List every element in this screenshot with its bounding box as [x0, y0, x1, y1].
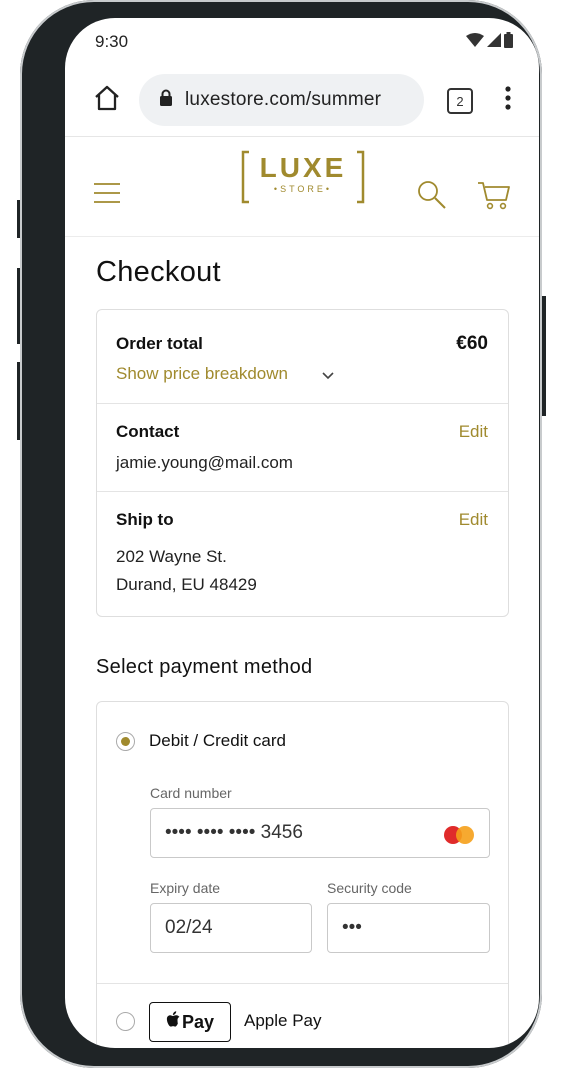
- signal-icon: [487, 33, 501, 52]
- wifi-icon: [466, 33, 484, 52]
- phone-screen: 9:30 luxestore.com/summer 2 LUXE •STORE•…: [65, 18, 539, 1048]
- security-code-value: •••: [342, 917, 362, 938]
- ship-address-line2: Durand, EU 48429: [116, 575, 257, 594]
- payment-divider: [97, 983, 508, 984]
- menu-icon[interactable]: [93, 182, 121, 209]
- ship-to-row: Ship to Edit 202 Wayne St. Durand, EU 48…: [97, 491, 508, 615]
- expiry-field[interactable]: 02/24: [150, 903, 312, 953]
- card-number-field[interactable]: •••• •••• •••• 3456: [150, 808, 490, 858]
- chevron-down-icon[interactable]: [321, 368, 335, 386]
- phone-frame: 9:30 luxestore.com/summer 2 LUXE •STORE•…: [20, 0, 542, 1068]
- contact-edit-link[interactable]: Edit: [459, 422, 488, 442]
- price-breakdown-link[interactable]: Show price breakdown: [116, 364, 288, 384]
- apple-logo-icon: [166, 1011, 180, 1033]
- site-header: LUXE •STORE•: [65, 136, 539, 237]
- logo-subtitle: •STORE•: [273, 184, 333, 194]
- order-total-label: Order total: [116, 334, 203, 353]
- browser-toolbar: luxestore.com/summer 2: [65, 70, 539, 137]
- ship-address-line1: 202 Wayne St.: [116, 547, 227, 566]
- payment-method-card: Debit / Credit card Card number •••• •••…: [96, 701, 509, 1048]
- apple-pay-badge: Pay: [149, 1002, 231, 1042]
- security-code-label: Security code: [327, 880, 412, 896]
- url-text: luxestore.com/summer: [185, 89, 382, 110]
- apple-pay-label[interactable]: Apple Pay: [244, 1011, 322, 1031]
- site-logo[interactable]: LUXE •STORE•: [241, 150, 365, 204]
- mastercard-icon: [443, 825, 475, 851]
- apple-pay-radio[interactable]: [116, 1012, 135, 1031]
- payment-section-title: Select payment method: [96, 656, 313, 678]
- status-time: 9:30: [95, 32, 129, 51]
- order-summary-card: Order total €60 Show price breakdown Con…: [96, 309, 509, 617]
- card-number-label: Card number: [150, 785, 232, 801]
- status-bar: 9:30: [65, 18, 539, 64]
- ship-to-label: Ship to: [116, 510, 174, 529]
- security-code-field[interactable]: •••: [327, 903, 490, 953]
- search-icon[interactable]: [417, 180, 447, 215]
- ship-to-edit-link[interactable]: Edit: [459, 510, 488, 530]
- contact-email: jamie.young@mail.com: [116, 453, 293, 472]
- contact-label: Contact: [116, 422, 180, 441]
- home-icon[interactable]: [93, 84, 121, 117]
- page-title: Checkout: [96, 256, 221, 288]
- expiry-label: Expiry date: [150, 880, 221, 896]
- card-radio[interactable]: [116, 732, 135, 751]
- lock-icon: [159, 89, 173, 111]
- more-vert-icon[interactable]: [505, 86, 511, 115]
- order-total-value: €60: [456, 333, 488, 354]
- contact-row: Contact Edit jamie.young@mail.com: [97, 403, 508, 492]
- card-number-value: •••• •••• •••• 3456: [165, 822, 303, 843]
- battery-icon: [504, 32, 513, 53]
- expiry-value: 02/24: [165, 917, 213, 938]
- address-bar[interactable]: luxestore.com/summer: [139, 74, 424, 126]
- order-total-row: Order total €60 Show price breakdown: [97, 310, 508, 404]
- card-option-label[interactable]: Debit / Credit card: [149, 731, 286, 751]
- tab-switcher-button[interactable]: 2: [447, 88, 473, 114]
- cart-icon[interactable]: [477, 180, 511, 215]
- apple-pay-badge-text: Pay: [181, 1011, 215, 1032]
- logo-word: LUXE: [259, 152, 347, 183]
